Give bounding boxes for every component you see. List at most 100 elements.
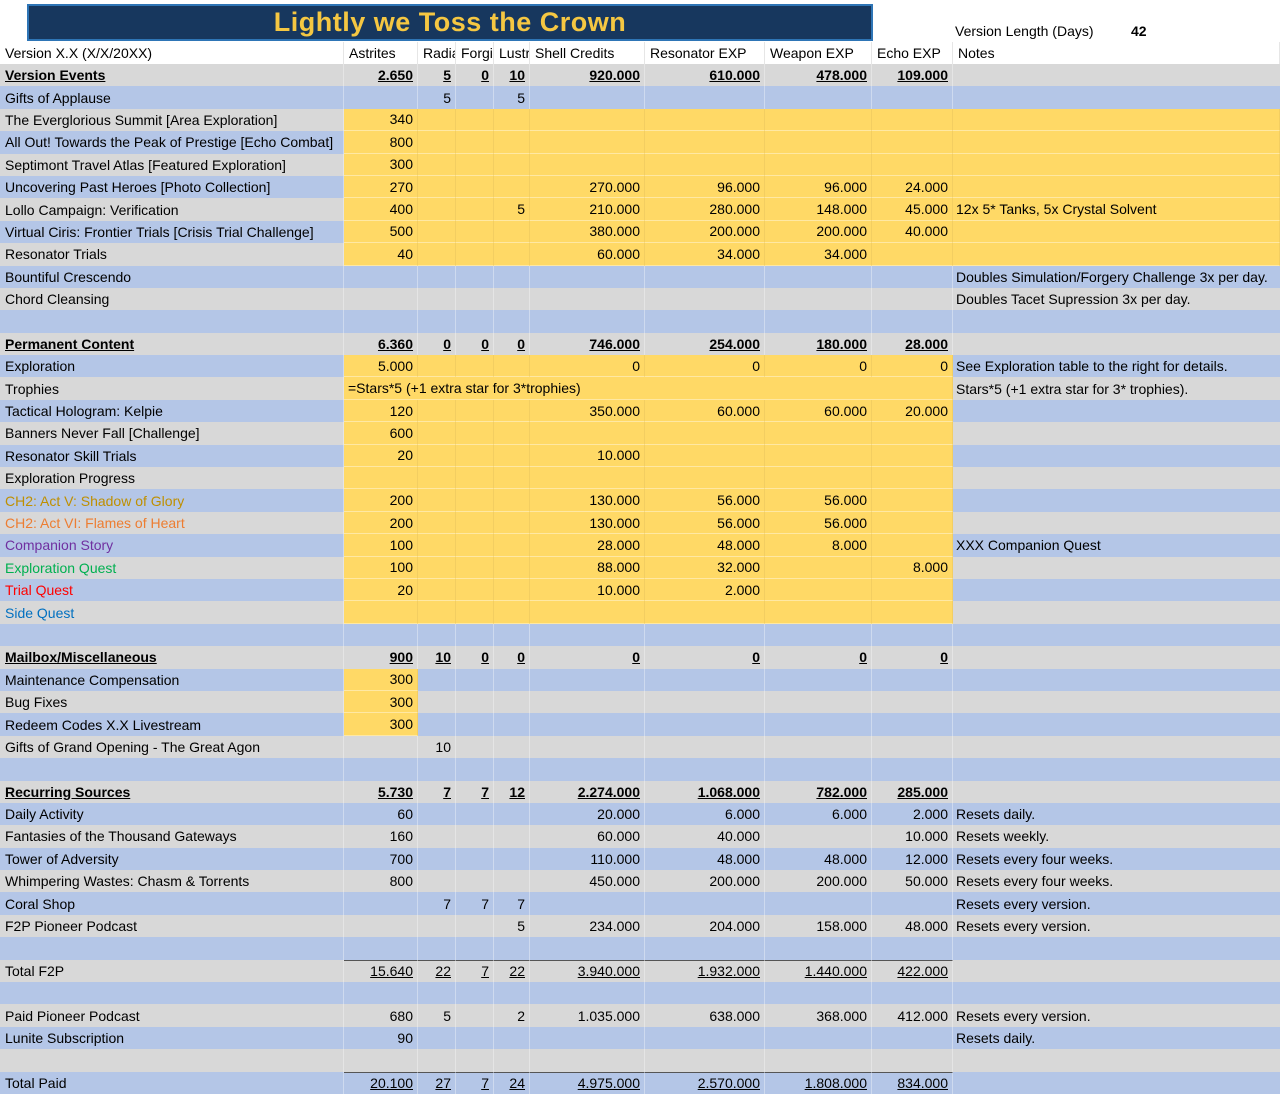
value-cell[interactable] <box>456 131 494 154</box>
value-cell[interactable] <box>418 310 456 333</box>
value-cell[interactable] <box>456 601 494 624</box>
value-cell[interactable] <box>530 467 645 490</box>
value-cell[interactable] <box>418 914 456 938</box>
row-label[interactable]: Whimpering Wastes: Chasm & Torrents <box>0 870 344 893</box>
value-cell[interactable] <box>456 802 494 826</box>
value-cell[interactable] <box>418 623 456 647</box>
value-cell[interactable] <box>456 735 494 759</box>
row-label[interactable]: Daily Activity <box>0 802 344 826</box>
notes-cell[interactable] <box>953 758 1280 780</box>
value-cell[interactable] <box>418 287 456 311</box>
value-cell[interactable] <box>530 1026 645 1050</box>
notes-cell[interactable]: Resets every version. <box>953 892 1280 914</box>
value-cell[interactable] <box>872 735 953 759</box>
value-cell[interactable] <box>765 758 872 781</box>
value-cell[interactable]: 920.000 <box>530 64 645 87</box>
value-cell[interactable] <box>494 399 530 423</box>
value-cell[interactable] <box>456 220 494 244</box>
value-cell[interactable]: 380.000 <box>530 220 645 244</box>
value-cell[interactable] <box>344 467 418 490</box>
value-cell[interactable] <box>530 86 645 109</box>
value-cell[interactable] <box>645 690 765 714</box>
value-cell[interactable]: 28.000 <box>530 534 645 557</box>
value-cell[interactable]: 1.440.000 <box>765 959 872 983</box>
notes-cell[interactable] <box>953 781 1280 803</box>
value-cell[interactable]: 40.000 <box>872 220 953 244</box>
value-cell[interactable] <box>494 175 530 199</box>
value-cell[interactable] <box>418 601 456 624</box>
value-cell[interactable] <box>456 847 494 871</box>
value-cell[interactable] <box>418 108 456 132</box>
notes-cell[interactable]: See Exploration table to the right for d… <box>953 355 1280 377</box>
value-cell[interactable]: 5 <box>494 198 530 221</box>
row-label[interactable]: Recurring Sources <box>0 780 344 803</box>
value-cell[interactable] <box>872 489 953 512</box>
value-cell[interactable]: 60.000 <box>645 399 765 423</box>
value-cell[interactable] <box>418 243 456 266</box>
value-cell[interactable] <box>765 601 872 624</box>
value-cell[interactable] <box>494 131 530 154</box>
row-label[interactable]: Coral Shop <box>0 892 344 915</box>
value-cell[interactable]: 6.000 <box>765 802 872 826</box>
value-cell[interactable]: 200.000 <box>765 870 872 893</box>
value-cell[interactable]: 120 <box>344 399 418 423</box>
value-cell[interactable] <box>645 623 765 647</box>
value-cell[interactable] <box>344 937 418 960</box>
value-cell[interactable]: 56.000 <box>765 511 872 535</box>
value-cell[interactable] <box>872 467 953 490</box>
value-cell[interactable] <box>418 467 456 490</box>
value-cell[interactable]: 0 <box>494 332 530 356</box>
value-cell[interactable] <box>530 892 645 915</box>
value-cell[interactable] <box>494 758 530 781</box>
row-label[interactable]: Lollo Campaign: Verification <box>0 198 344 221</box>
value-cell[interactable] <box>494 623 530 647</box>
value-cell[interactable] <box>645 108 765 132</box>
row-label[interactable]: Exploration <box>0 355 344 378</box>
notes-cell[interactable] <box>953 64 1280 86</box>
value-cell[interactable]: 300 <box>344 153 418 176</box>
notes-cell[interactable]: Resets every four weeks. <box>953 848 1280 870</box>
value-cell[interactable] <box>645 1049 765 1072</box>
value-cell[interactable]: 2.650 <box>344 64 418 87</box>
value-cell[interactable]: 48.000 <box>765 847 872 871</box>
value-cell[interactable] <box>418 825 456 848</box>
value-cell[interactable] <box>456 444 494 468</box>
value-cell[interactable] <box>418 355 456 378</box>
value-cell[interactable]: 0 <box>456 332 494 356</box>
row-label[interactable]: Side Quest <box>0 601 344 624</box>
value-cell[interactable] <box>494 937 530 960</box>
value-cell[interactable]: 0 <box>494 646 530 669</box>
value-cell[interactable] <box>530 937 645 960</box>
value-cell[interactable]: 800 <box>344 131 418 154</box>
value-cell[interactable] <box>494 511 530 535</box>
value-cell[interactable]: 600 <box>344 422 418 445</box>
value-cell[interactable] <box>418 802 456 826</box>
value-cell[interactable] <box>344 265 418 288</box>
value-cell[interactable]: 2.274.000 <box>530 780 645 803</box>
row-label[interactable]: CH2: Act VI: Flames of Heart <box>0 511 344 535</box>
value-cell[interactable]: 300 <box>344 668 418 691</box>
value-cell[interactable] <box>872 623 953 647</box>
value-cell[interactable]: 24 <box>494 1071 530 1094</box>
value-cell[interactable]: 0 <box>765 646 872 669</box>
value-cell[interactable] <box>344 310 418 333</box>
notes-cell[interactable]: Resets daily. <box>953 1027 1280 1049</box>
value-cell[interactable]: 5 <box>418 64 456 87</box>
value-cell[interactable] <box>418 198 456 221</box>
value-cell[interactable] <box>456 399 494 423</box>
version-length-value[interactable]: 42 <box>1131 23 1147 39</box>
value-cell[interactable]: 148.000 <box>765 198 872 221</box>
value-cell[interactable] <box>645 735 765 759</box>
value-cell[interactable]: 7 <box>456 780 494 803</box>
value-cell[interactable] <box>765 422 872 445</box>
value-cell[interactable]: 0 <box>872 646 953 669</box>
value-cell[interactable] <box>494 601 530 624</box>
notes-cell[interactable] <box>953 982 1280 1004</box>
value-cell[interactable] <box>765 982 872 1005</box>
value-cell[interactable]: 20 <box>344 578 418 602</box>
value-cell[interactable]: 20.000 <box>872 399 953 423</box>
row-label[interactable]: Total Paid <box>0 1071 344 1094</box>
value-cell[interactable] <box>456 825 494 848</box>
value-cell[interactable]: 12.000 <box>872 847 953 871</box>
column-header[interactable]: Shell Credits <box>530 42 645 64</box>
